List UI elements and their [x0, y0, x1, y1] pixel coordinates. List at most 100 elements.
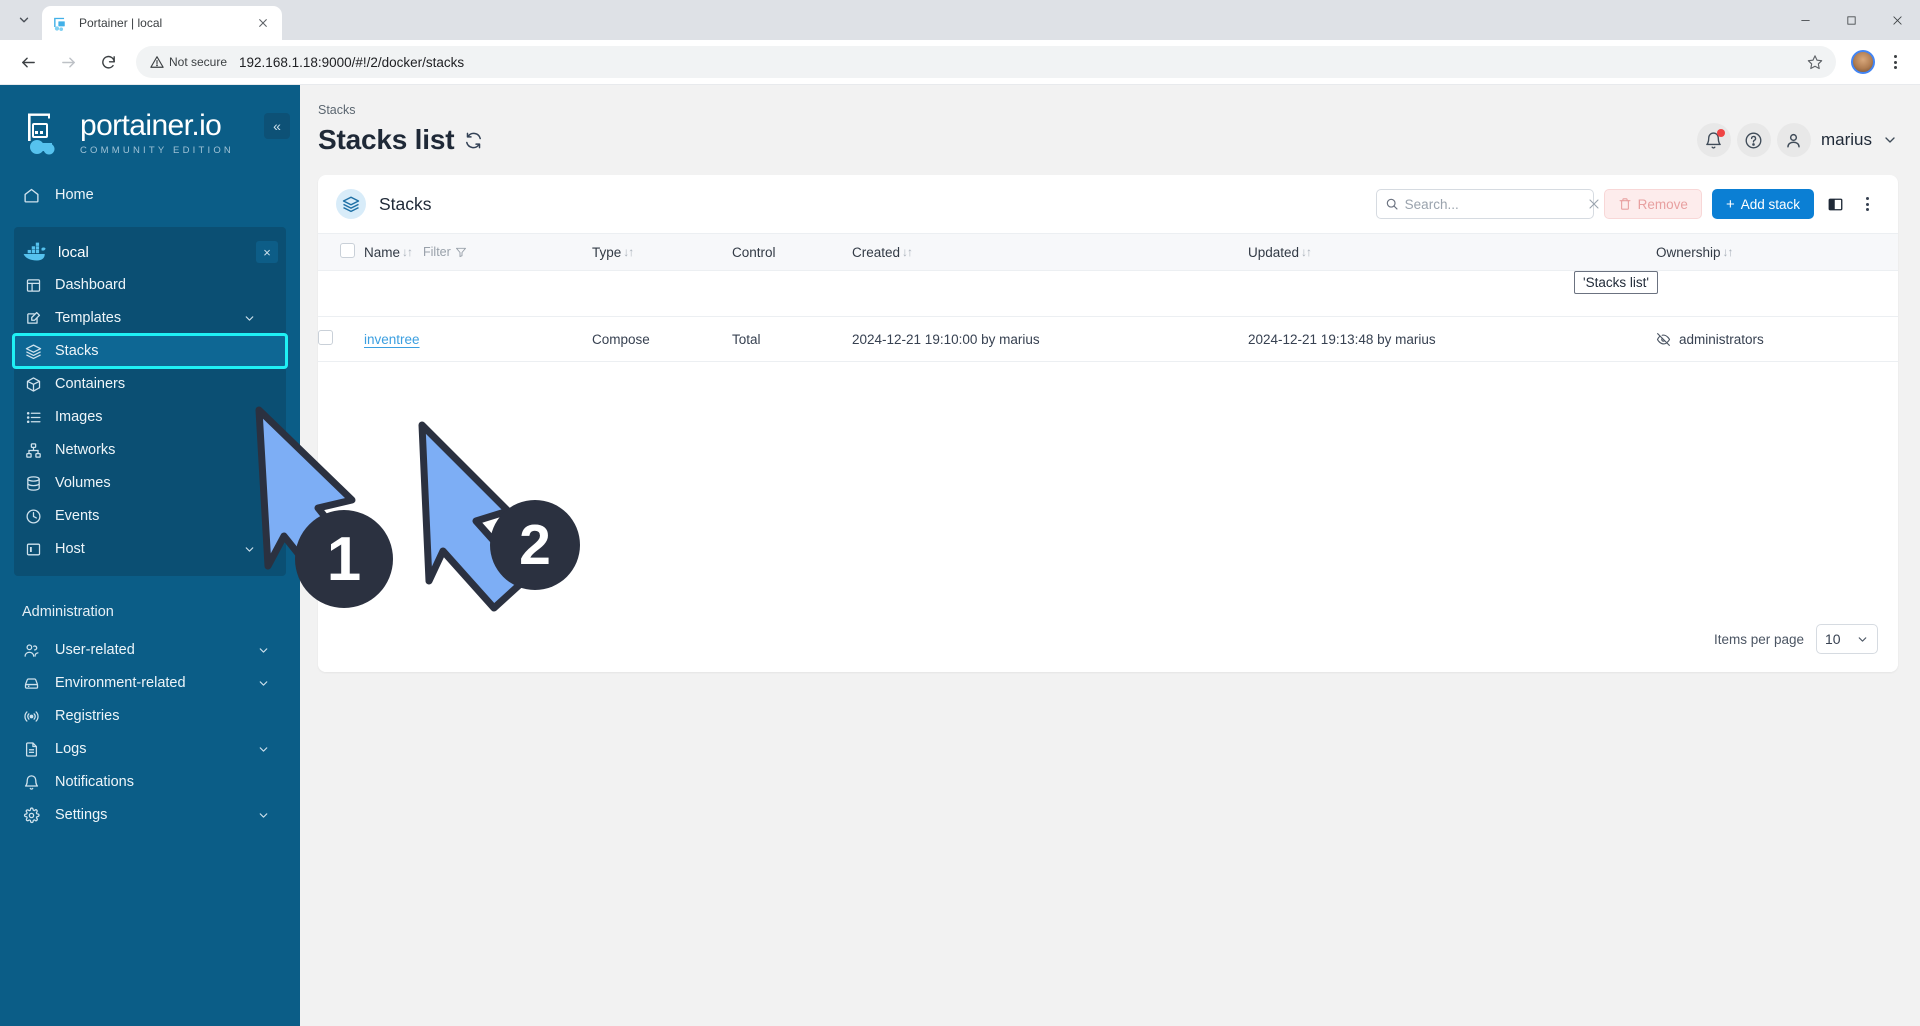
stack-name-link-inventree[interactable]: inventree — [364, 332, 420, 347]
sidebar-item-label: User-related — [55, 642, 135, 658]
star-icon[interactable] — [1802, 49, 1828, 75]
sidebar-item-images[interactable]: Images — [14, 401, 286, 433]
stacks-card: Stacks Remove — [318, 175, 1898, 672]
close-window-icon[interactable] — [1874, 0, 1920, 40]
close-icon[interactable] — [1588, 198, 1600, 210]
help-circle-icon[interactable] — [1736, 123, 1771, 157]
kebab-menu-icon[interactable] — [1856, 193, 1878, 215]
sidebar-environment-header[interactable]: local × — [14, 235, 286, 269]
sidebar-item-settings[interactable]: Settings — [0, 799, 300, 831]
sort-arrows-icon[interactable]: ↓↑ — [1723, 245, 1734, 259]
cell-ownership: administrators — [1656, 316, 1898, 362]
sidebar-collapse-button[interactable]: « — [264, 113, 290, 139]
registries-icon — [22, 707, 41, 726]
sidebar-item-environment-related[interactable]: Environment-related — [0, 667, 300, 699]
column-header-created[interactable]: Created ↓↑ — [852, 234, 1248, 271]
sidebar-item-host[interactable]: Host — [14, 533, 286, 565]
events-icon — [24, 507, 43, 526]
sidebar-item-templates[interactable]: Templates — [14, 302, 286, 334]
sidebar-item-networks[interactable]: Networks — [14, 434, 286, 466]
remove-button-label: Remove — [1637, 196, 1688, 212]
browser-toolbar: Not secure 192.168.1.18:9000/#!/2/docker… — [0, 40, 1920, 85]
sidebar-item-label: Logs — [55, 741, 87, 757]
sidebar-item-notifications[interactable]: Notifications — [0, 766, 300, 798]
funnel-icon — [455, 247, 466, 258]
search-box[interactable] — [1375, 189, 1599, 219]
logo-edition: COMMUNITY EDITION — [80, 144, 234, 156]
column-header-name[interactable]: Name ↓↑ Filter — [364, 234, 592, 271]
items-per-page-select[interactable]: 10 — [1816, 624, 1878, 654]
column-label: Updated — [1248, 244, 1300, 260]
notifications-icon — [22, 773, 41, 792]
column-label: Type — [592, 244, 622, 260]
search-icon — [1386, 198, 1398, 210]
browser-tab-strip: Portainer | local — [0, 0, 1920, 40]
sidebar-item-label: Templates — [55, 310, 122, 326]
sidebar-item-dashboard[interactable]: Dashboard — [14, 269, 286, 301]
breadcrumb[interactable]: Stacks — [318, 103, 1898, 117]
sidebar-item-home[interactable]: Home — [0, 179, 300, 211]
page-header: Stacks list marius — [318, 123, 1898, 157]
sort-arrows-icon[interactable]: ↓↑ — [402, 245, 413, 259]
eye-off-icon — [1656, 332, 1671, 346]
environment-close-icon[interactable]: × — [256, 241, 278, 263]
row-checkbox[interactable] — [318, 330, 333, 345]
select-all-checkbox[interactable] — [340, 243, 355, 258]
tab-title: Portainer | local — [79, 16, 163, 30]
ownership-label: administrators — [1679, 331, 1764, 347]
cell-type: Compose — [592, 316, 732, 362]
add-stack-button[interactable]: + Add stack — [1711, 189, 1814, 219]
browser-menu-icon[interactable] — [1882, 48, 1908, 76]
sort-arrows-icon[interactable]: ↓↑ — [1301, 245, 1312, 259]
search-input[interactable] — [1404, 196, 1582, 212]
sidebar-item-events[interactable]: Events — [14, 500, 286, 532]
containers-icon — [24, 375, 43, 394]
refresh-icon[interactable] — [464, 131, 483, 150]
table-footer: Items per page 10 — [318, 612, 1898, 672]
chevron-down-icon[interactable] — [1882, 132, 1898, 148]
column-label: Created — [852, 244, 901, 260]
sidebar-item-registries[interactable]: Registries — [0, 700, 300, 732]
column-header-type[interactable]: Type ↓↑ — [592, 234, 732, 271]
users-icon — [22, 641, 41, 660]
minimize-icon[interactable] — [1782, 0, 1828, 40]
sidebar-logo[interactable]: portainer.io COMMUNITY EDITION « — [0, 85, 300, 165]
maximize-icon[interactable] — [1828, 0, 1874, 40]
sidebar-item-user-related[interactable]: User-related — [0, 634, 300, 666]
remove-button[interactable]: Remove — [1603, 189, 1702, 219]
forward-arrow-icon — [52, 46, 84, 78]
filter-control[interactable]: Filter — [423, 245, 467, 259]
column-header-updated[interactable]: Updated ↓↑ — [1248, 234, 1656, 271]
plus-icon: + — [1725, 195, 1735, 213]
table-row[interactable]: inventree Compose Total 2024-12-21 19:10… — [318, 316, 1898, 362]
avatar[interactable] — [1776, 123, 1811, 157]
templates-icon — [24, 309, 43, 328]
docker-icon — [22, 241, 48, 263]
page-title: Stacks list — [318, 124, 455, 155]
sidebar-item-stacks[interactable]: Stacks — [12, 333, 288, 369]
sidebar-item-containers[interactable]: Containers — [14, 368, 286, 400]
settings-icon — [22, 806, 41, 825]
portainer-app: portainer.io COMMUNITY EDITION « Home lo… — [0, 85, 1920, 1026]
sort-arrows-icon[interactable]: ↓↑ — [902, 245, 913, 259]
address-bar[interactable]: Not secure 192.168.1.18:9000/#!/2/docker… — [136, 46, 1836, 78]
notifications-bell-icon[interactable] — [1696, 123, 1731, 157]
select-all-header[interactable] — [318, 234, 364, 271]
sidebar-item-logs[interactable]: Logs — [0, 733, 300, 765]
tab-search-icon[interactable] — [10, 6, 38, 34]
tab-close-icon[interactable] — [254, 14, 272, 32]
browser-tab[interactable]: Portainer | local — [42, 6, 282, 40]
browser-profile-avatar[interactable] — [1851, 50, 1875, 74]
columns-toggle-icon[interactable] — [1824, 193, 1846, 215]
column-header-ownership[interactable]: Ownership ↓↑ — [1656, 234, 1898, 271]
column-label: Control — [732, 244, 776, 260]
sort-arrows-icon[interactable]: ↓↑ — [623, 245, 634, 259]
security-label: Not secure — [169, 55, 228, 69]
user-name[interactable]: marius — [1821, 130, 1872, 150]
row-select-cell[interactable] — [318, 316, 364, 362]
reload-icon[interactable] — [92, 46, 124, 78]
security-indicator[interactable]: Not secure — [150, 55, 227, 69]
back-arrow-icon[interactable] — [12, 46, 44, 78]
items-per-page-value: 10 — [1825, 631, 1841, 647]
sidebar-item-volumes[interactable]: Volumes — [14, 467, 286, 499]
